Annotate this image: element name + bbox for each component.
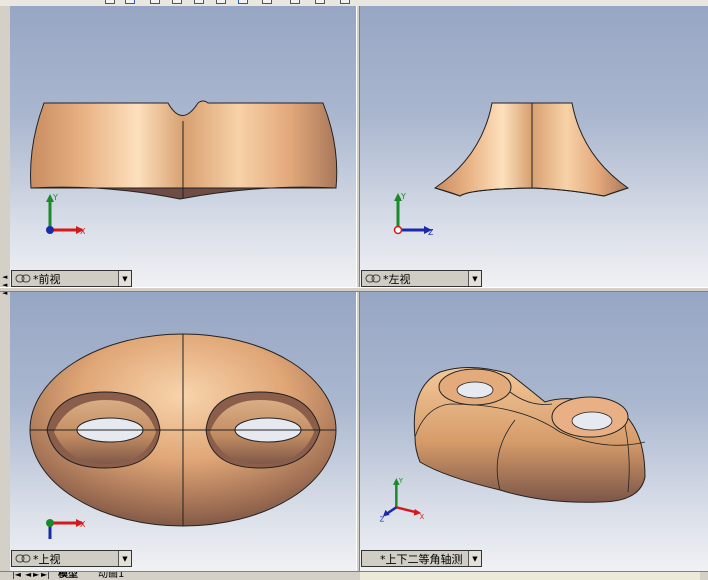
axis-triad-icon: Y X Z <box>380 477 425 524</box>
part-front-view <box>30 100 338 200</box>
axis-x-label: X <box>420 513 425 521</box>
view-selector-top[interactable]: *上视 ▼ <box>11 550 132 567</box>
tab-next-icon[interactable]: ► <box>33 572 39 579</box>
toolbar-button[interactable] <box>150 0 160 4</box>
toolbar-button[interactable] <box>216 0 226 4</box>
view-name: *左视 <box>383 272 411 286</box>
axis-z-label: Z <box>428 228 434 237</box>
view-selector-left[interactable]: *左视 ▼ <box>361 270 482 287</box>
view-name: *上下二等角轴测 <box>380 552 463 566</box>
toolbar-button[interactable] <box>105 0 115 4</box>
part-left-view <box>433 102 630 197</box>
view-name: *前视 <box>33 272 61 286</box>
viewport-top[interactable]: X *上视 ▼ <box>10 292 356 571</box>
axis-y-label: Y <box>400 192 406 201</box>
tab-first-icon[interactable]: |◄ <box>12 572 21 579</box>
view-selector-front[interactable]: *前视 ▼ <box>11 270 132 287</box>
tab-last-icon[interactable]: ►| <box>41 572 50 579</box>
tab-prev-icon[interactable]: ◄ <box>25 572 31 579</box>
part-isometric-view <box>413 366 646 503</box>
link-icon <box>365 274 381 283</box>
toolbar-button[interactable] <box>340 0 350 4</box>
axis-y-label: Y <box>398 477 404 485</box>
link-icon <box>15 554 31 563</box>
axis-z-label: Z <box>380 516 385 524</box>
toolbar-button[interactable] <box>315 0 325 4</box>
toolbar-button[interactable] <box>172 0 182 4</box>
dropdown-arrow-icon[interactable]: ▼ <box>468 551 481 566</box>
toolbar-button[interactable] <box>290 0 300 4</box>
toolbar-button[interactable] <box>194 0 204 4</box>
viewport-front[interactable]: Y X *前视 ▼ <box>10 6 356 287</box>
view-selector-isometric[interactable]: *上下二等角轴测 ▼ <box>361 550 482 567</box>
collapse-arrow-icon[interactable]: ◄ <box>2 274 7 281</box>
dropdown-arrow-icon[interactable]: ▼ <box>118 551 131 566</box>
link-icon <box>15 274 31 283</box>
axis-triad-icon: Y X <box>46 193 86 236</box>
viewport-left[interactable]: Y Z *左视 ▼ <box>360 6 708 287</box>
dropdown-arrow-icon[interactable]: ▼ <box>118 271 131 286</box>
viewport-isometric[interactable]: Y X Z *上下二等角轴测 ▼ <box>360 292 708 571</box>
dropdown-arrow-icon[interactable]: ▼ <box>468 271 481 286</box>
axis-y-label: Y <box>52 193 58 202</box>
view-name: *上视 <box>33 552 61 566</box>
toolbar-button[interactable] <box>125 0 135 4</box>
axis-x-label: X <box>80 520 86 529</box>
toolbar-button[interactable] <box>238 0 248 4</box>
toolbar-button[interactable] <box>262 0 272 4</box>
axis-x-label: X <box>80 227 86 236</box>
axis-triad-icon: Y Z <box>393 192 434 237</box>
axis-triad-icon: X <box>46 519 86 539</box>
